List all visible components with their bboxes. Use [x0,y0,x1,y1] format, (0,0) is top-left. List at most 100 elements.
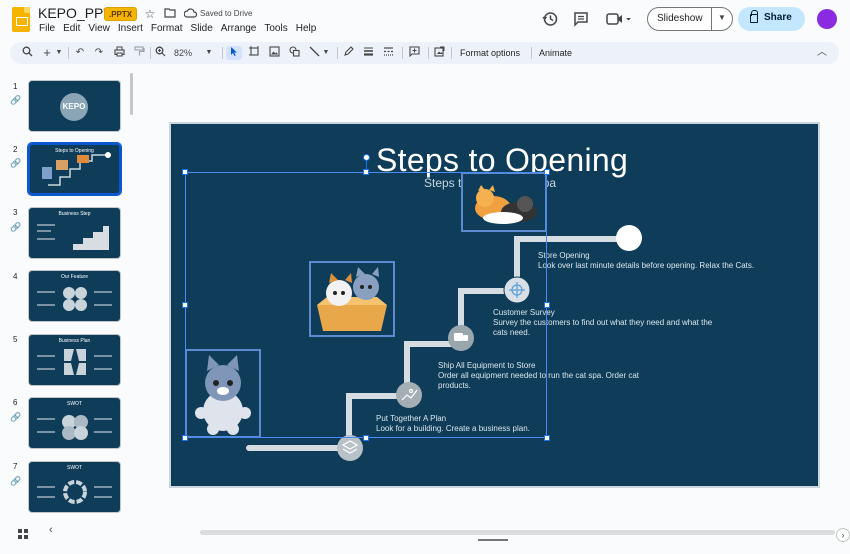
file-type-badge: .PPTX [104,7,138,21]
format-options-button[interactable]: Format options [460,46,520,60]
thumbnail-swot-cycle-graphic [37,480,112,504]
undo-icon[interactable]: ↶ [74,46,86,60]
horizontal-scrollbar[interactable] [200,530,835,535]
lock-icon [750,10,758,23]
menu-bar: File Edit View Insert Format Slide Arran… [38,23,320,35]
divider [150,47,151,59]
share-button[interactable]: Share [738,7,805,31]
slide-number: 5 [13,335,18,344]
move-folder-icon[interactable] [163,7,177,21]
resize-handle-tm[interactable] [363,169,369,175]
zoom-dropdown-icon[interactable]: ▼ [205,46,213,60]
slide-canvas[interactable]: Steps to Opening Steps to opening cat sp… [169,122,820,488]
slide-thumbnail-1[interactable]: KEPO [28,80,121,132]
resize-handle-bm[interactable] [363,435,369,441]
border-dash-icon[interactable] [382,46,394,60]
divider [531,47,532,59]
version-history-icon[interactable] [541,10,559,28]
resize-handle-mr[interactable] [544,302,550,308]
replace-image-icon[interactable] [433,46,445,60]
linked-object-icon: 🔗 [10,476,22,486]
step-description[interactable]: Look over last minute details before ope… [538,261,768,271]
paint-format-icon[interactable] [133,46,145,60]
thumbnail-steps-graphic [42,152,111,186]
cloud-saved-icon[interactable] [183,7,197,21]
slide-thumbnail-2[interactable]: Steps to Opening [27,142,122,196]
zoom-level[interactable]: 82% [170,46,196,60]
menu-format[interactable]: Format [147,23,187,35]
meet-video-icon[interactable] [606,10,631,28]
search-menus-icon[interactable] [20,46,34,60]
menu-insert[interactable]: Insert [114,23,147,35]
border-weight-icon[interactable] [362,46,374,60]
resize-handle-bl[interactable] [182,435,188,441]
animate-button[interactable]: Animate [539,46,572,60]
menu-tools[interactable]: Tools [260,23,291,35]
bottom-bar: ‹ › [0,520,850,554]
divider [68,47,69,59]
explore-icon[interactable]: › [836,528,850,542]
linked-object-icon: 🔗 [10,95,22,105]
comments-icon[interactable] [572,10,590,28]
menu-slide[interactable]: Slide [187,23,217,35]
add-comment-icon[interactable] [408,46,420,60]
shape-icon[interactable] [288,46,300,60]
slide-thumbnail-4[interactable]: Our Feature [28,270,121,322]
select-cursor-icon[interactable] [226,46,242,60]
slide-number: 3 [13,208,18,217]
header: KEPO_PPTX .PPTX ☆ Saved to Drive File Ed… [0,0,850,40]
thumbnail-stairs-graphic [37,224,109,250]
slide-number: 4 [13,272,18,281]
line-dropdown-icon[interactable]: ▼ [322,46,330,60]
linked-object-icon: 🔗 [10,412,22,422]
new-slide-icon[interactable]: + [41,46,53,60]
slide-thumbnail-3[interactable]: Business Step [28,207,121,259]
resize-handle-ml[interactable] [182,302,188,308]
menu-arrange[interactable]: Arrange [217,23,261,35]
resize-handle-tr[interactable] [544,169,550,175]
zoom-icon[interactable] [154,46,166,60]
slide-number: 6 [13,398,18,407]
collapse-toolbar-icon[interactable]: ︿ [816,46,828,60]
rotate-handle[interactable] [363,154,370,161]
menu-file[interactable]: File [38,23,59,35]
menu-view[interactable]: View [84,23,114,35]
selection-bounding-box[interactable] [185,172,547,438]
linked-object-icon: 🔗 [10,222,22,232]
divider [337,47,338,59]
resize-handle-br[interactable] [544,435,550,441]
select-frame-icon[interactable] [248,46,260,60]
slide-thumbnail-title: KEPO [62,102,86,111]
menu-help[interactable]: Help [292,23,321,35]
grid-view-icon[interactable] [18,526,28,539]
star-icon[interactable]: ☆ [143,7,157,21]
border-color-icon[interactable] [342,46,354,60]
slide-thumbnail-7[interactable]: SWOT [28,461,121,513]
slideshow-button[interactable]: Slideshow ▼ [647,7,733,31]
avatar[interactable] [817,9,837,29]
toolbar: + ▼ ↶ ↷ 82% ▼ ▼ Format options Animate ︿ [10,42,839,64]
share-label: Share [764,12,792,23]
collapse-filmstrip-icon[interactable]: ‹ [49,524,53,536]
slide-number: 2 [13,145,18,154]
divider [222,47,223,59]
new-slide-dropdown-icon[interactable]: ▼ [55,46,63,60]
slides-logo-icon[interactable] [12,7,30,32]
linked-object-icon: 🔗 [10,158,22,168]
chevron-down-icon[interactable]: ▼ [718,13,726,22]
insert-image-icon[interactable] [268,46,280,60]
menu-edit[interactable]: Edit [59,23,84,35]
filmstrip-scrollbar[interactable] [130,73,133,115]
slide-thumbnail-6[interactable]: SWOT [28,397,121,449]
thumbnail-plan-graphic [37,349,112,375]
slide-thumbnail-5[interactable]: Business Plan [28,334,121,386]
print-icon[interactable] [113,46,125,60]
slide-number: 1 [13,82,18,91]
redo-icon[interactable]: ↷ [93,46,105,60]
resize-handle-tl[interactable] [182,169,188,175]
divider [451,47,452,59]
speaker-notes-handle[interactable] [478,539,508,541]
slide-number: 7 [13,462,18,471]
save-status: Saved to Drive [200,9,253,18]
line-icon[interactable] [308,46,320,60]
